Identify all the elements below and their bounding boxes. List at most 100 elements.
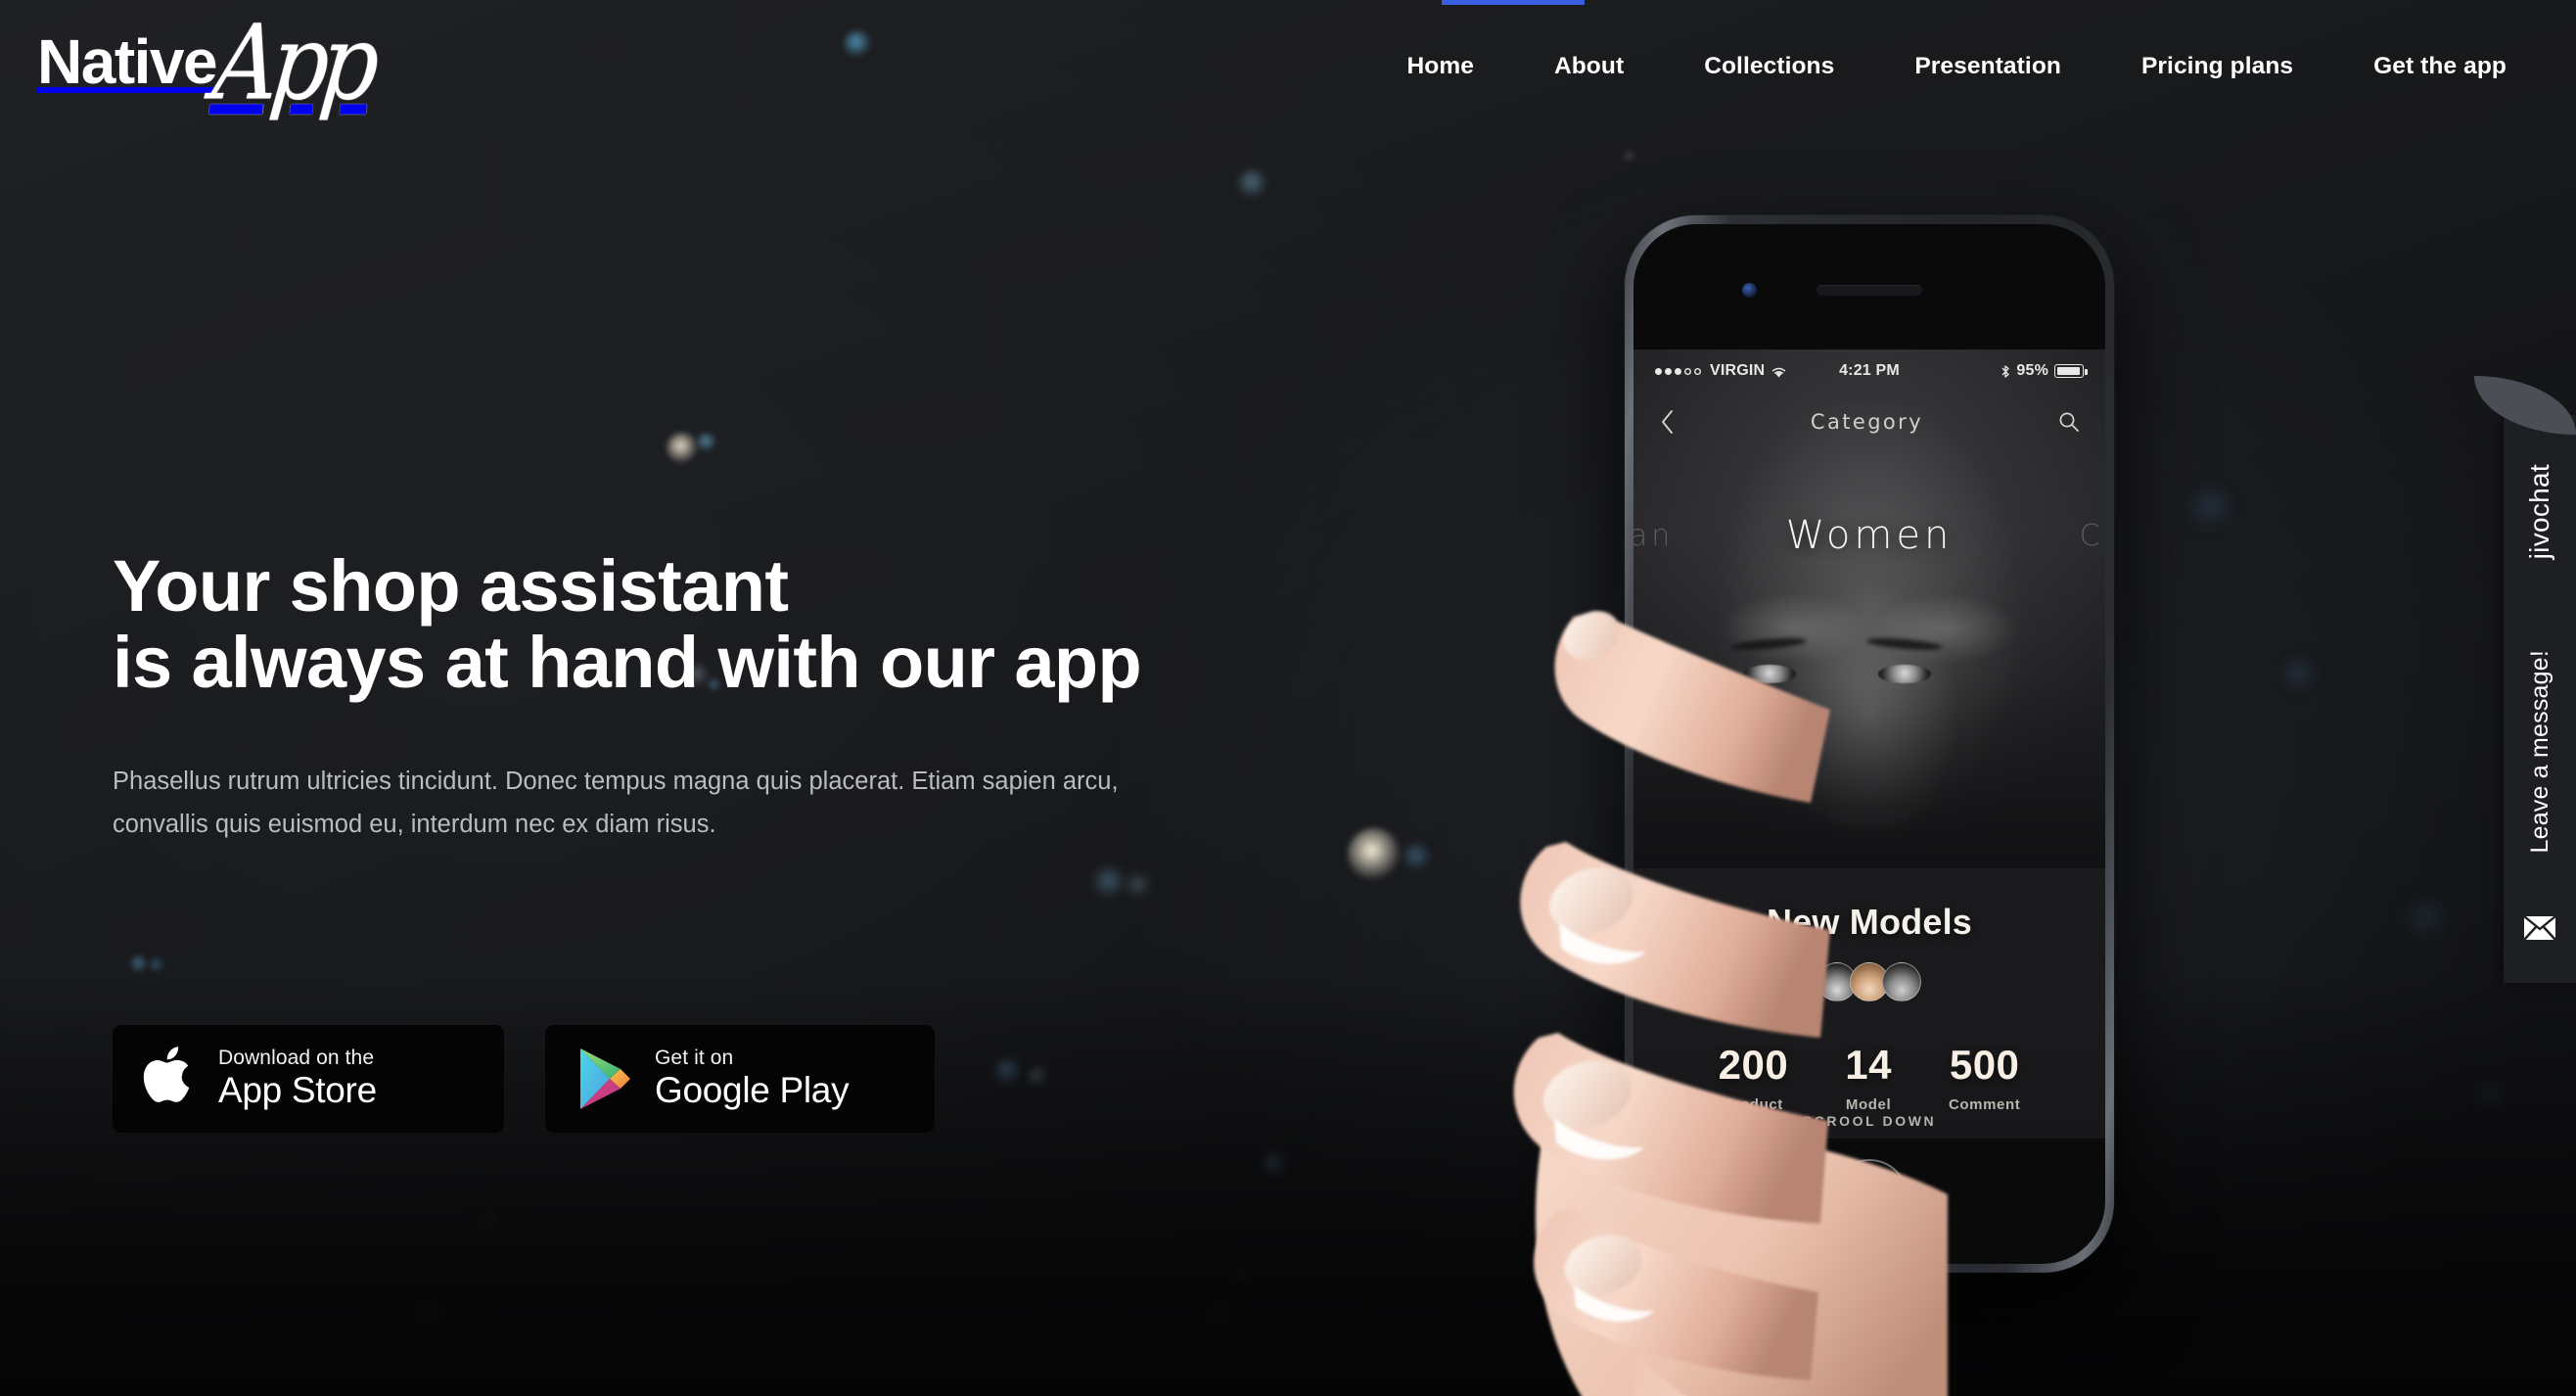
bokeh-particle (2477, 1083, 2505, 1110)
bokeh-particle (415, 1301, 446, 1332)
brand-logo-text: Native (37, 26, 218, 97)
app-nav-bar: Category (1633, 393, 2105, 451)
category-tab-children[interactable]: Chi (2080, 519, 2105, 553)
nav-item-collections[interactable]: Collections (1664, 54, 1874, 79)
phone-status-bar: VIRGIN 4:21 PM 95% (1633, 349, 2105, 393)
bokeh-particle (1094, 867, 1126, 899)
site-header: Native App Home About Collections Presen… (0, 0, 2576, 147)
scroll-down-label: SCROOL DOWN (1802, 1113, 1937, 1129)
stat-comment: 500 Comment (1948, 1045, 2021, 1114)
bluetooth-icon (2001, 364, 2010, 378)
google-play-icon (575, 1046, 635, 1112)
google-play-big-label: Google Play (655, 1070, 850, 1111)
nav-item-get-the-app[interactable]: Get the app (2333, 54, 2547, 79)
stat-product: 200 Product (1718, 1042, 1789, 1114)
category-tab-women[interactable]: Women (1786, 513, 1954, 558)
nav-item-presentation[interactable]: Presentation (1874, 54, 2101, 79)
bokeh-particle (2190, 488, 2233, 531)
photo-detail (1829, 805, 1909, 824)
stat-product-label: Product (1724, 1096, 1783, 1113)
phone-mockup: VIRGIN 4:21 PM 95% Category an Women C N… (1488, 215, 2173, 1396)
apple-icon (142, 1045, 199, 1113)
bokeh-particle (2284, 660, 2316, 691)
hero-title-line-1: Your shop assistant (113, 545, 789, 627)
bokeh-particle (1624, 151, 1635, 163)
wifi-icon (1772, 367, 1786, 377)
bokeh-particle (1205, 1303, 1232, 1330)
jivochat-brand-label: jivochat (2524, 464, 2554, 560)
brand-logo[interactable]: Native App (37, 3, 378, 124)
photo-detail (1865, 635, 1944, 653)
jivochat-brand: jivochat (2504, 464, 2576, 559)
category-tabs: Man Women Chi (1633, 496, 2105, 575)
status-bar-right: 95% (1900, 362, 2088, 380)
earpiece-speaker (1817, 285, 1922, 296)
bokeh-particle (2408, 901, 2447, 940)
brand-logo-script: App (207, 3, 378, 124)
panel-title: New Models (1766, 902, 1973, 942)
bokeh-particle (667, 433, 698, 464)
app-store-label-group: Download on the App Store (218, 1047, 377, 1111)
bokeh-particle (785, 1338, 820, 1373)
jivochat-message-label: Leave a message! (2525, 650, 2553, 854)
jivochat-message: Leave a message! (2504, 650, 2576, 854)
chevron-down-icon (1855, 1138, 1884, 1139)
hero-page: Native App Home About Collections Presen… (0, 0, 2576, 1396)
google-play-button[interactable]: Get it on Google Play (545, 1025, 935, 1133)
photo-detail (1729, 635, 1808, 653)
nav-active-indicator (1442, 0, 1585, 5)
nav-item-about[interactable]: About (1514, 54, 1664, 79)
app-store-button[interactable]: Download on the App Store (113, 1025, 504, 1133)
bokeh-particle (1233, 1269, 1249, 1284)
bokeh-particle (1262, 1152, 1287, 1178)
bokeh-particle (1238, 169, 1267, 199)
bokeh-particle (1403, 844, 1431, 871)
bokeh-particle (994, 1058, 1022, 1086)
photo-detail (1743, 665, 1796, 683)
app-screen: VIRGIN 4:21 PM 95% Category an Women C N… (1633, 349, 2105, 1139)
stat-comment-label: Comment (1948, 1096, 2021, 1113)
nav-item-home[interactable]: Home (1366, 54, 1513, 79)
jivochat-leaf-icon (2474, 376, 2576, 435)
page-title: Your shop assistant is always at hand wi… (113, 548, 1385, 700)
bokeh-particle (697, 433, 716, 452)
nav-item-pricing-plans[interactable]: Pricing plans (2101, 54, 2333, 79)
scroll-down-hint[interactable]: SCROOL DOWN (1803, 1113, 1936, 1139)
stat-product-value: 200 (1718, 1042, 1789, 1088)
envelope-icon (2523, 915, 2556, 946)
app-store-small-label: Download on the (218, 1047, 375, 1070)
bokeh-particle (1028, 1067, 1047, 1087)
bokeh-particle (130, 955, 148, 973)
bokeh-particle (482, 1216, 497, 1232)
google-play-label-group: Get it on Google Play (655, 1047, 850, 1111)
store-badges: Download on the App Store Get it on Goog… (113, 1025, 935, 1133)
phone-screen-frame: VIRGIN 4:21 PM 95% Category an Women C N… (1633, 224, 2105, 1264)
hero-subtitle: Phasellus rutrum ultricies tincidunt. Do… (113, 768, 1119, 839)
stat-model-value: 14 (1845, 1042, 1892, 1088)
stat-model: 14 Model (1845, 1042, 1892, 1114)
phone-device: VIRGIN 4:21 PM 95% Category an Women C N… (1625, 215, 2114, 1273)
category-tab-man[interactable]: Man (1633, 519, 1674, 553)
bokeh-particle (1127, 874, 1150, 898)
stats-row: 200 Product 14 Model 500 Comment (1718, 1042, 2021, 1114)
main-navigation: Home About Collections Presentation Pric… (1366, 54, 2547, 79)
photo-detail (1878, 665, 1931, 683)
jivochat-widget[interactable]: jivochat Leave a message! (2474, 376, 2576, 983)
battery-percent: 95% (2016, 362, 2048, 379)
carrier-name: VIRGIN (1710, 362, 1766, 379)
stat-model-label: Model (1845, 1096, 1892, 1113)
model-avatars (1817, 962, 1921, 1001)
search-icon[interactable] (2058, 411, 2080, 433)
hero-copy: Your shop assistant is always at hand wi… (113, 548, 1385, 847)
new-models-panel: New Models 200 Product 14 Model 500 Comm… (1633, 868, 2105, 1139)
home-button[interactable] (1832, 1161, 1907, 1235)
battery-icon (2054, 364, 2088, 378)
app-store-big-label: App Store (218, 1070, 377, 1111)
status-bar-left: VIRGIN (1655, 362, 1839, 380)
avatar[interactable] (1882, 962, 1921, 1001)
signal-strength-icon (1655, 367, 1701, 375)
bokeh-particle (149, 957, 164, 973)
chevron-left-icon[interactable] (1659, 408, 1676, 436)
app-nav-title: Category (1810, 410, 1924, 434)
front-camera-icon (1742, 283, 1757, 298)
